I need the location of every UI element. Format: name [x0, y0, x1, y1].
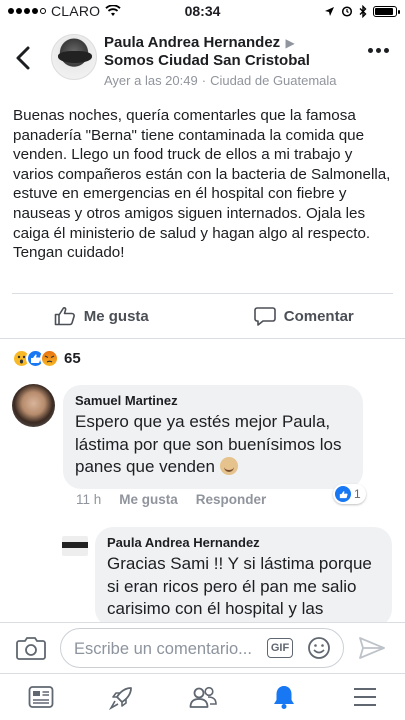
nav-notifications[interactable] [243, 674, 324, 720]
groups-icon [189, 686, 217, 708]
comment-bubble-icon [253, 307, 276, 326]
reply-author[interactable]: Paula Andrea Hernandez [107, 535, 380, 550]
carrier-name: CLARO [51, 3, 101, 19]
face-emoji-icon [219, 457, 238, 475]
more-options-button[interactable] [368, 48, 389, 53]
reply-text: Gracias Sami !! Y si lástima porque si e… [107, 554, 372, 618]
commenter-avatar[interactable] [12, 384, 55, 427]
gif-button[interactable]: GIF [267, 638, 293, 658]
comment-input-container: GIF [60, 628, 344, 668]
back-button[interactable] [12, 44, 36, 72]
wifi-icon [105, 5, 121, 16]
post-action-bar: Me gusta Comentar [0, 294, 405, 338]
post-author-block: Paula Andrea Hernandez ▶ Somos Ciudad Sa… [104, 34, 354, 88]
thumbs-up-icon [54, 307, 75, 326]
comment-bubble[interactable]: Samuel Martinez Espero que ya estés mejo… [63, 385, 363, 489]
reactions-summary[interactable]: 65 [12, 347, 81, 369]
send-icon[interactable] [358, 635, 386, 661]
comment-like-count: 1 [354, 487, 361, 501]
comment-like-link[interactable]: Me gusta [119, 492, 178, 507]
news-feed-icon [28, 686, 53, 708]
comment-composer: GIF [0, 623, 405, 673]
post-location[interactable]: Ciudad de Guatemala [210, 73, 336, 88]
location-arrow-icon [325, 6, 334, 16]
post-body-paragraph: Buenas noches, quería comentarles que la… [13, 107, 391, 242]
nav-menu[interactable] [324, 674, 405, 720]
comment-author[interactable]: Samuel Martinez [75, 393, 351, 408]
reaction-count: 65 [64, 349, 81, 367]
alarm-clock-icon [341, 6, 353, 17]
author-avatar[interactable] [51, 34, 97, 80]
post-author-row: Paula Andrea Hernandez ▶ [104, 34, 354, 51]
comment-button[interactable]: Comentar [203, 294, 405, 338]
battery-icon [373, 5, 400, 17]
comment-time: 11 h [76, 492, 102, 507]
camera-icon[interactable] [16, 635, 46, 661]
signal-strength-icon [8, 8, 46, 14]
post-body: Buenas noches, quería comentarles que la… [13, 106, 395, 263]
section-divider [0, 338, 405, 339]
share-arrow-icon: ▶ [282, 36, 295, 50]
status-left: CLARO [8, 3, 121, 19]
comment-text: Espero que ya estés mejor Paula, lástima… [75, 411, 351, 479]
bluetooth-icon [359, 4, 367, 18]
status-right [324, 4, 400, 18]
menu-icon [353, 688, 376, 706]
comment-meta: 11 h Me gusta Responder [76, 492, 266, 507]
angry-icon [40, 348, 59, 368]
comment-input[interactable] [74, 638, 264, 660]
like-button[interactable]: Me gusta [0, 294, 203, 338]
explore-rocket-icon [108, 687, 132, 710]
comment-reply-link[interactable]: Responder [196, 492, 267, 507]
reply-bubble[interactable]: Paula Andrea Hernandez Gracias Sami !! Y… [95, 527, 392, 627]
emoji-smile-icon[interactable] [307, 636, 331, 660]
meta-separator: · [201, 73, 207, 88]
nav-groups[interactable] [162, 674, 243, 720]
battery-fill [375, 7, 394, 15]
post-header: Paula Andrea Hernandez ▶ Somos Ciudad Sa… [0, 28, 405, 92]
comment-like-badge[interactable]: 1 [333, 484, 366, 504]
post-group-name[interactable]: Somos Ciudad San Cristobal [104, 52, 354, 69]
notifications-bell-icon [273, 686, 294, 709]
comment-text-content: Espero que ya estés mejor Paula, lástima… [75, 412, 342, 476]
comment-button-label: Comentar [283, 307, 354, 325]
nav-news-feed[interactable] [0, 674, 81, 720]
reply-avatar[interactable] [62, 536, 88, 556]
post-meta: Ayer a las 20:49 · Ciudad de Guatemala [104, 73, 354, 88]
post-body-closing: Tengan cuidado! [13, 244, 125, 262]
post-author-name[interactable]: Paula Andrea Hernandez [104, 34, 280, 51]
like-icon [335, 486, 351, 502]
like-button-label: Me gusta [83, 307, 149, 325]
post-timestamp[interactable]: Ayer a las 20:49 [104, 73, 198, 88]
status-bar: CLARO 08:34 [0, 0, 405, 22]
bottom-nav [0, 673, 405, 720]
nav-explore[interactable] [81, 674, 162, 720]
